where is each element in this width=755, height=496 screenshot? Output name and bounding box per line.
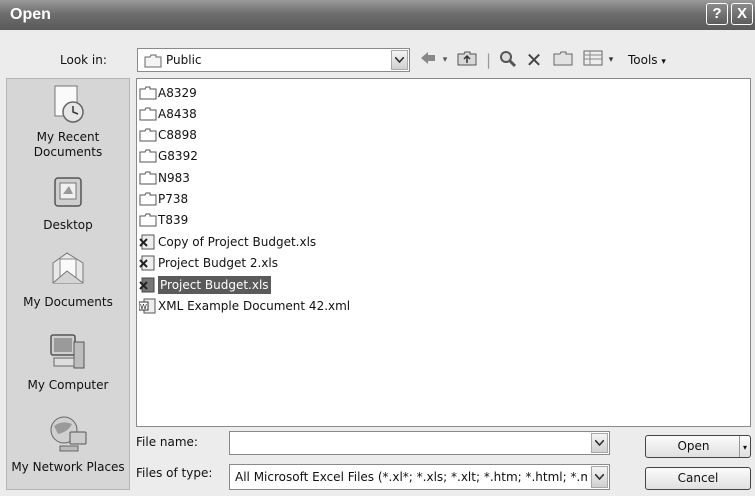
title-bar[interactable]: Open ? X: [0, 0, 755, 30]
excel-file-icon: [139, 255, 155, 271]
views-icon[interactable]: [582, 50, 604, 70]
place-label: My Computer: [27, 378, 109, 392]
folder-icon: [139, 171, 157, 185]
window-title: Open: [10, 6, 51, 23]
folder-icon: [139, 86, 157, 100]
back-icon[interactable]: [418, 50, 438, 70]
file-list[interactable]: A8329 A8438 C8898 G8392 N983 P738 T839 C…: [136, 78, 751, 427]
place-label: My Documents: [23, 295, 113, 309]
list-item[interactable]: P738: [139, 190, 188, 208]
place-label: My Recent Documents: [33, 130, 103, 159]
folder-icon: [139, 107, 157, 121]
excel-file-icon: [139, 234, 155, 250]
folder-icon: [139, 149, 157, 163]
file-type-dropdown[interactable]: All Microsoft Excel Files (*.xl*; *.xls;…: [229, 464, 610, 490]
back-dropdown-icon[interactable]: ▾: [440, 50, 450, 70]
chevron-down-icon[interactable]: [391, 50, 408, 70]
places-bar: My Recent Documents Desktop My Documents: [6, 78, 130, 490]
chevron-down-icon: ▾: [742, 443, 747, 452]
open-dialog: Open ? X Look in: Public ▾ | ✕ ▾ Tools ▾: [0, 0, 755, 496]
svg-text:W: W: [140, 303, 147, 311]
search-web-icon[interactable]: [497, 50, 519, 70]
place-label: Desktop: [43, 218, 93, 232]
file-name-field[interactable]: [229, 431, 610, 455]
list-item[interactable]: Project Budget 2.xls: [139, 254, 278, 272]
open-button-label: Open: [677, 439, 710, 453]
tools-menu[interactable]: Tools ▾: [628, 53, 666, 67]
list-item[interactable]: C8898: [139, 126, 197, 144]
open-options-arrow[interactable]: ▾: [739, 436, 750, 457]
look-in-label: Look in:: [60, 53, 107, 67]
list-item[interactable]: Copy of Project Budget.xls: [139, 233, 316, 251]
list-item[interactable]: A8329: [139, 84, 197, 102]
up-folder-icon[interactable]: [456, 50, 478, 70]
my-computer-icon: [50, 334, 85, 369]
place-my-documents[interactable]: My Documents: [7, 249, 129, 310]
folder-icon: [144, 54, 162, 68]
excel-file-icon: [139, 277, 155, 293]
place-my-computer[interactable]: My Computer: [7, 332, 129, 393]
chevron-down-icon[interactable]: [591, 466, 608, 488]
chevron-down-icon: ▾: [661, 57, 666, 67]
desktop-icon: [54, 177, 82, 207]
new-folder-icon[interactable]: [552, 50, 574, 70]
views-dropdown-icon[interactable]: ▾: [606, 50, 616, 70]
chevron-down-icon[interactable]: [591, 433, 608, 453]
delete-icon[interactable]: ✕: [524, 50, 544, 70]
folder-icon: [139, 128, 157, 142]
list-item[interactable]: T839: [139, 211, 188, 229]
toolbar-separator: |: [486, 51, 492, 69]
place-network[interactable]: My Network Places: [7, 414, 129, 475]
cancel-button[interactable]: Cancel: [645, 467, 751, 490]
open-button[interactable]: Open ▾: [645, 435, 751, 458]
recent-documents-icon: [54, 85, 84, 123]
list-item[interactable]: N983: [139, 169, 190, 187]
my-documents-icon: [52, 252, 84, 284]
list-item[interactable]: G8392: [139, 147, 198, 165]
folder-icon: [139, 192, 157, 206]
look-in-dropdown[interactable]: Public: [137, 48, 410, 72]
look-in-value: Public: [166, 53, 202, 67]
help-button[interactable]: ?: [706, 3, 728, 25]
xml-file-icon: W: [139, 298, 156, 314]
network-places-icon: [50, 416, 87, 452]
place-desktop[interactable]: Desktop: [7, 174, 129, 233]
place-recent-documents[interactable]: My Recent Documents: [7, 84, 129, 160]
list-item[interactable]: A8438: [139, 105, 197, 123]
list-item[interactable]: W XML Example Document 42.xml: [139, 297, 350, 315]
file-name-label: File name:: [136, 435, 198, 449]
file-type-label: Files of type:: [136, 466, 213, 480]
folder-icon: [139, 213, 157, 227]
file-type-value: All Microsoft Excel Files (*.xl*; *.xls;…: [235, 470, 587, 484]
close-button[interactable]: X: [731, 3, 753, 25]
list-item-selected[interactable]: Project Budget.xls: [139, 276, 271, 294]
place-label: My Network Places: [11, 460, 125, 474]
